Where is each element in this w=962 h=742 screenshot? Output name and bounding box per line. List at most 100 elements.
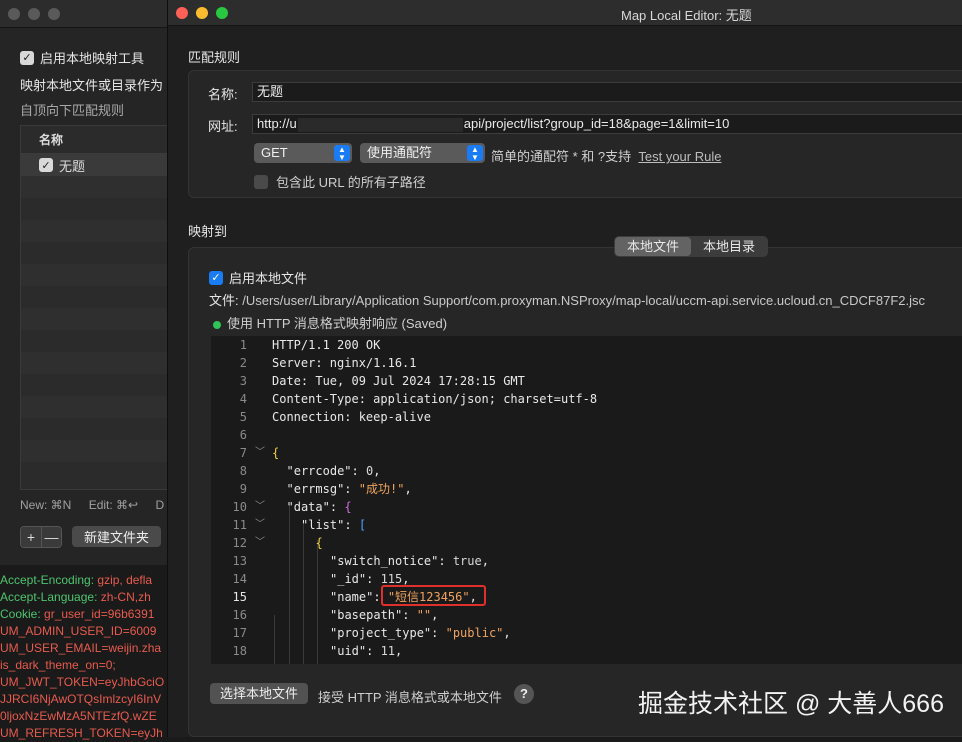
enable-local-file-checkbox[interactable]: ✓ 启用本地文件 bbox=[209, 268, 307, 287]
code-line: 1 HTTP/1.1 200 OK bbox=[211, 336, 962, 354]
json-sep: : bbox=[329, 500, 345, 514]
fold-chevron-icon[interactable]: ﹀ bbox=[255, 444, 265, 462]
test-rule-link[interactable]: Test your Rule bbox=[638, 149, 721, 164]
zoom-icon[interactable] bbox=[48, 7, 60, 20]
code-line: 17 "project_type": "public", bbox=[211, 624, 962, 642]
enable-tool-checkbox[interactable]: ✓ 启用本地映射工具 bbox=[20, 48, 174, 67]
log-line: UM_REFRESH_TOKEN=eyJh bbox=[0, 725, 168, 742]
line-number: 12 bbox=[232, 536, 247, 550]
code-raw: Connection: keep-alive bbox=[272, 410, 431, 424]
line-number: 15 bbox=[232, 590, 247, 604]
rule-enabled-checkbox[interactable]: ✓ bbox=[39, 158, 53, 172]
code-raw: Date: Tue, 09 Jul 2024 17:28:15 GMT bbox=[272, 374, 525, 388]
tab-local-file[interactable]: 本地文件 bbox=[615, 237, 692, 256]
method-select[interactable]: GET ▲ ▼ bbox=[254, 143, 352, 163]
zoom-icon[interactable] bbox=[216, 6, 228, 19]
map-local-editor-window: Map Local Editor: 无题 匹配规则 名称: 无题 网址: htt… bbox=[167, 0, 962, 737]
add-rule-button[interactable]: + bbox=[21, 527, 41, 547]
table-row[interactable] bbox=[21, 418, 175, 440]
match-mode-value: 使用通配符 bbox=[367, 145, 433, 160]
table-row[interactable] bbox=[21, 440, 175, 462]
json-value: 115 bbox=[380, 572, 403, 586]
checkmark-icon: ✓ bbox=[20, 50, 34, 65]
response-code-editor[interactable]: 1 HTTP/1.1 200 OK 2 Server: nginx/1.16.1 3 Da… bbox=[211, 336, 962, 664]
code-raw: HTTP/1.1 200 OK bbox=[272, 338, 381, 352]
minimize-icon[interactable] bbox=[28, 7, 40, 20]
tab-local-directory[interactable]: 本地目录 bbox=[691, 237, 767, 256]
table-row[interactable] bbox=[21, 286, 175, 308]
remove-rule-button[interactable]: — bbox=[41, 527, 61, 547]
window-title: Map Local Editor: 无题 bbox=[621, 8, 752, 23]
table-row[interactable] bbox=[21, 352, 175, 374]
code-text: Connection: keep-alive bbox=[272, 408, 431, 426]
table-row[interactable] bbox=[21, 242, 175, 264]
new-folder-button[interactable]: 新建文件夹 bbox=[72, 526, 162, 547]
log-key: UM_JWT_TOKEN=eyJhbGciO bbox=[0, 675, 165, 689]
table-row[interactable] bbox=[21, 462, 175, 484]
json-key: "uid" bbox=[330, 644, 367, 658]
log-key: UM_ADMIN_USER_ID=6009 bbox=[0, 624, 157, 638]
json-tail: , bbox=[481, 554, 489, 568]
line-number: 5 bbox=[239, 410, 247, 424]
json-sep: : bbox=[366, 644, 381, 658]
code-line: 8 "errcode": 0, bbox=[211, 462, 962, 480]
table-row[interactable] bbox=[21, 396, 175, 418]
wildcard-hint-text: 简单的通配符 * 和 ?支持 bbox=[491, 149, 632, 164]
code-raw: Content-Type: application/json; charset=… bbox=[272, 392, 598, 406]
file-path[interactable]: /Users/user/Library/Application Support/… bbox=[242, 293, 925, 308]
code-line: 14 "_id": 115, bbox=[211, 570, 962, 588]
code-line: 19 bbox=[211, 660, 962, 664]
line-number: 7 bbox=[239, 446, 247, 460]
code-line: 15 "name": "短信123456", bbox=[211, 588, 962, 606]
json-value: "成功!" bbox=[358, 482, 405, 496]
url-label: 网址: bbox=[208, 119, 238, 134]
minimize-icon[interactable] bbox=[196, 6, 208, 19]
code-raw: Server: nginx/1.16.1 bbox=[272, 356, 417, 370]
wildcard-hint: 简单的通配符 * 和 ?支持 Test your Rule bbox=[491, 146, 721, 165]
code-line: 4 Content-Type: application/json; charset… bbox=[211, 390, 962, 408]
shortcut-edit: Edit: ⌘↩ bbox=[88, 498, 139, 512]
table-row[interactable] bbox=[21, 374, 175, 396]
json-key: "project_type" bbox=[330, 626, 432, 640]
table-header-name[interactable]: 名称 bbox=[21, 126, 175, 154]
table-row[interactable] bbox=[21, 198, 175, 220]
line-number: 19 bbox=[211, 660, 247, 664]
log-line: UM_ADMIN_USER_ID=6009 bbox=[0, 623, 168, 640]
description-text: 映射本地文件或目录作为 bbox=[20, 78, 164, 93]
json-tail: , bbox=[503, 626, 511, 640]
log-line: UM_USER_EMAIL=weijin.zha bbox=[0, 640, 168, 657]
help-button[interactable]: ? bbox=[514, 684, 534, 704]
table-row[interactable] bbox=[21, 264, 175, 286]
choose-local-file-button[interactable]: 选择本地文件 bbox=[210, 683, 309, 704]
fold-chevron-icon[interactable]: ﹀ bbox=[255, 498, 265, 516]
add-remove-buttons: + — bbox=[20, 526, 62, 548]
match-mode-select[interactable]: 使用通配符 ▲ ▼ bbox=[360, 143, 485, 163]
close-icon[interactable] bbox=[8, 7, 20, 20]
json-key: "_id" bbox=[330, 572, 367, 586]
line-number: 8 bbox=[239, 464, 247, 478]
fold-chevron-icon[interactable]: ﹀ bbox=[255, 516, 265, 534]
status-row: 使用 HTTP 消息格式映射响应 (Saved) bbox=[213, 313, 447, 332]
log-key: is_dark_theme_on=0; bbox=[0, 658, 116, 672]
table-row[interactable] bbox=[21, 176, 175, 198]
shortcut-more: D bbox=[155, 498, 165, 512]
url-field[interactable]: http://u api/project/list?group_id=18&pag… bbox=[252, 114, 962, 134]
table-row[interactable] bbox=[21, 220, 175, 242]
table-row[interactable] bbox=[21, 330, 175, 352]
fold-chevron-icon[interactable]: ﹀ bbox=[255, 534, 265, 552]
json-brace: { bbox=[344, 500, 352, 514]
enable-tool-label: 启用本地映射工具 bbox=[40, 51, 145, 66]
include-subpaths-checkbox[interactable]: 包含此 URL 的所有子路径 bbox=[254, 172, 426, 191]
status-text: 使用 HTTP 消息格式映射响应 (Saved) bbox=[227, 316, 448, 331]
name-label: 名称: bbox=[208, 87, 238, 102]
log-key: Accept-Encoding: bbox=[0, 573, 95, 587]
shortcut-new: New: ⌘N bbox=[20, 498, 72, 512]
code-line: 13 "switch_notice": true, bbox=[211, 552, 962, 570]
close-icon[interactable] bbox=[176, 6, 188, 19]
code-text: "list": [ bbox=[301, 516, 366, 534]
json-key: "list" bbox=[301, 518, 345, 532]
json-tail: , bbox=[431, 608, 439, 622]
table-row[interactable]: ✓ 无题 bbox=[21, 154, 175, 176]
name-field[interactable]: 无题 bbox=[252, 82, 962, 102]
table-row[interactable] bbox=[21, 308, 175, 330]
